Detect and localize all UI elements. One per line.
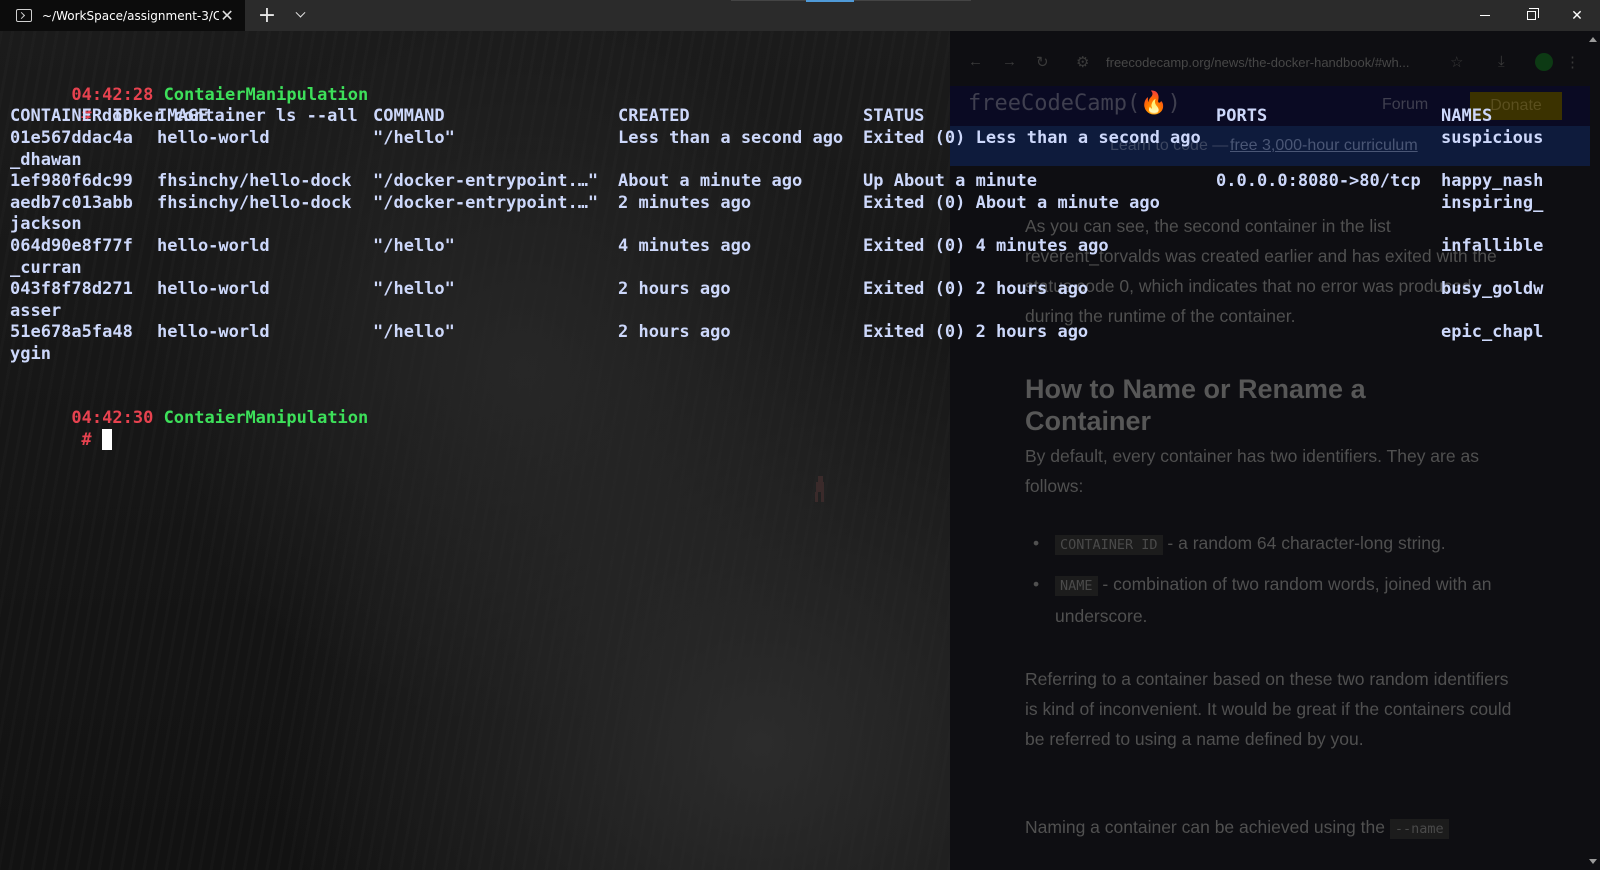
close-window-button[interactable]: ✕ [1554,0,1600,31]
new-tab-button[interactable]: + [245,0,289,31]
cell-created: 2 hours ago [618,322,731,343]
title-drag-region [311,0,1462,31]
tab-title: ~/WorkSpace/assignment-3/C [42,8,220,23]
cell-status: Exited (0) Less than a second ago [863,128,1201,148]
cell-status: Exited (0) 4 minutes ago [863,236,1109,256]
table-header: CONTAINER ID IMAGE COMMAND CREATED STATU… [10,105,1570,127]
cell-name: epic_chapl [1441,322,1544,343]
cell-name: happy_nash [1441,171,1544,192]
cell-status: Exited (0) About a minute ago [863,192,1160,213]
title-bar: ~/WorkSpace/assignment-3/C ✕ + ✕ [0,0,1600,31]
cell-image: hello-world [157,279,270,300]
cell-image: hello-world [157,322,270,343]
cell-name: busy_goldw [1441,279,1544,300]
cell-image: hello-world [157,236,270,256]
name-wrap-continuation: _curran [10,257,82,278]
table-row: 043f8f78d271 hello-world "/hello" 2 hours a… [10,278,1570,300]
scroll-down-icon[interactable] [1589,859,1597,864]
cell-command: "/hello" [373,279,455,300]
cell-image: fhsinchy/hello-dock [157,192,352,213]
cell-container-id: aedb7c013abb [10,192,133,213]
terminal-tab[interactable]: ~/WorkSpace/assignment-3/C ✕ [0,0,245,31]
input-line[interactable]: # [10,407,112,450]
cell-container-id: 1ef980f6dc99 [10,171,133,192]
cell-command: "/hello" [373,128,455,148]
cell-status: Up About a minute [863,171,1037,192]
cell-ports: 0.0.0.0:8080->80/tcp [1216,171,1421,192]
table-row: 01e567ddac4a hello-world "/hello" Less than… [10,127,1570,149]
table-row: 1ef980f6dc99 fhsinchy/hello-dock "/docker-… [10,170,1570,192]
tab-dropdown-button[interactable] [289,0,311,31]
header-status: STATUS [863,106,925,126]
header-command: COMMAND [373,106,445,126]
cell-command: "/docker-entrypoint.…" [373,171,599,192]
header-ports: PORTS [1216,106,1268,126]
header-image: IMAGE [157,106,209,126]
name-wrap-continuation: _dhawan [10,149,82,170]
scrollbar[interactable] [1586,31,1600,870]
cell-created: 2 minutes ago [618,192,752,213]
terminal-window[interactable]: ← → ↻ ⚙ freecodecamp.org/news/the-docker… [0,31,1600,870]
cell-name: suspicious [1441,128,1544,148]
cell-container-id: 51e678a5fa48 [10,322,133,343]
chevron-down-icon [295,7,305,18]
cell-status: Exited (0) 2 hours ago [863,322,1089,343]
cell-command: "/hello" [373,236,455,256]
restore-button[interactable] [1508,0,1554,31]
cell-created: 4 minutes ago [618,236,752,256]
table-row: 51e678a5fa48 hello-world "/hello" 2 hours a… [10,321,1570,343]
cell-container-id: 01e567ddac4a [10,128,133,148]
prompt-line: 04:42:30 ContaierManipulation [10,385,368,428]
table-row: 064d90e8f77f hello-world "/hello" 4 minutes… [10,235,1570,257]
terminal-icon [16,9,32,22]
tab-close-icon[interactable]: ✕ [219,6,235,25]
restore-icon [1526,8,1539,20]
name-wrap-continuation: jackson [10,214,82,235]
prompt-line: 04:42:28 ContaierManipulation [10,62,368,105]
cell-created: 2 hours ago [618,279,731,300]
prompt-directory: ContaierManipulation [163,408,369,428]
focus-indicator [806,0,854,2]
minimize-button[interactable] [1462,0,1508,31]
minimize-icon [1480,15,1490,16]
cell-name: inspiring_ [1441,192,1544,213]
cell-created: Less than a second ago [618,128,844,148]
cell-command: "/hello" [373,322,455,343]
name-wrap-continuation: asser [10,300,62,321]
header-names: NAMES [1441,106,1493,126]
cell-name: infallible [1441,236,1544,256]
name-wrap-continuation: ygin [10,344,51,364]
cell-created: About a minute ago [618,171,803,192]
cell-image: hello-world [157,128,270,148]
text-cursor [101,429,112,450]
header-created: CREATED [618,106,690,126]
cell-status: Exited (0) 2 hours ago [863,279,1089,300]
cell-container-id: 043f8f78d271 [10,279,133,300]
cell-command: "/docker-entrypoint.…" [373,192,599,213]
header-container-id: CONTAINER ID [10,106,133,126]
terminal-output[interactable]: 04:42:28 ContaierManipulation # docker c… [0,31,1600,870]
cell-image: fhsinchy/hello-dock [157,171,352,192]
prompt-symbol: # [81,430,92,450]
scroll-up-icon[interactable] [1589,37,1597,42]
command-line: # docker container ls --all [10,83,357,126]
table-row: aedb7c013abb fhsinchy/hello-dock "/docker-… [10,192,1570,214]
cell-container-id: 064d90e8f77f [10,236,133,256]
